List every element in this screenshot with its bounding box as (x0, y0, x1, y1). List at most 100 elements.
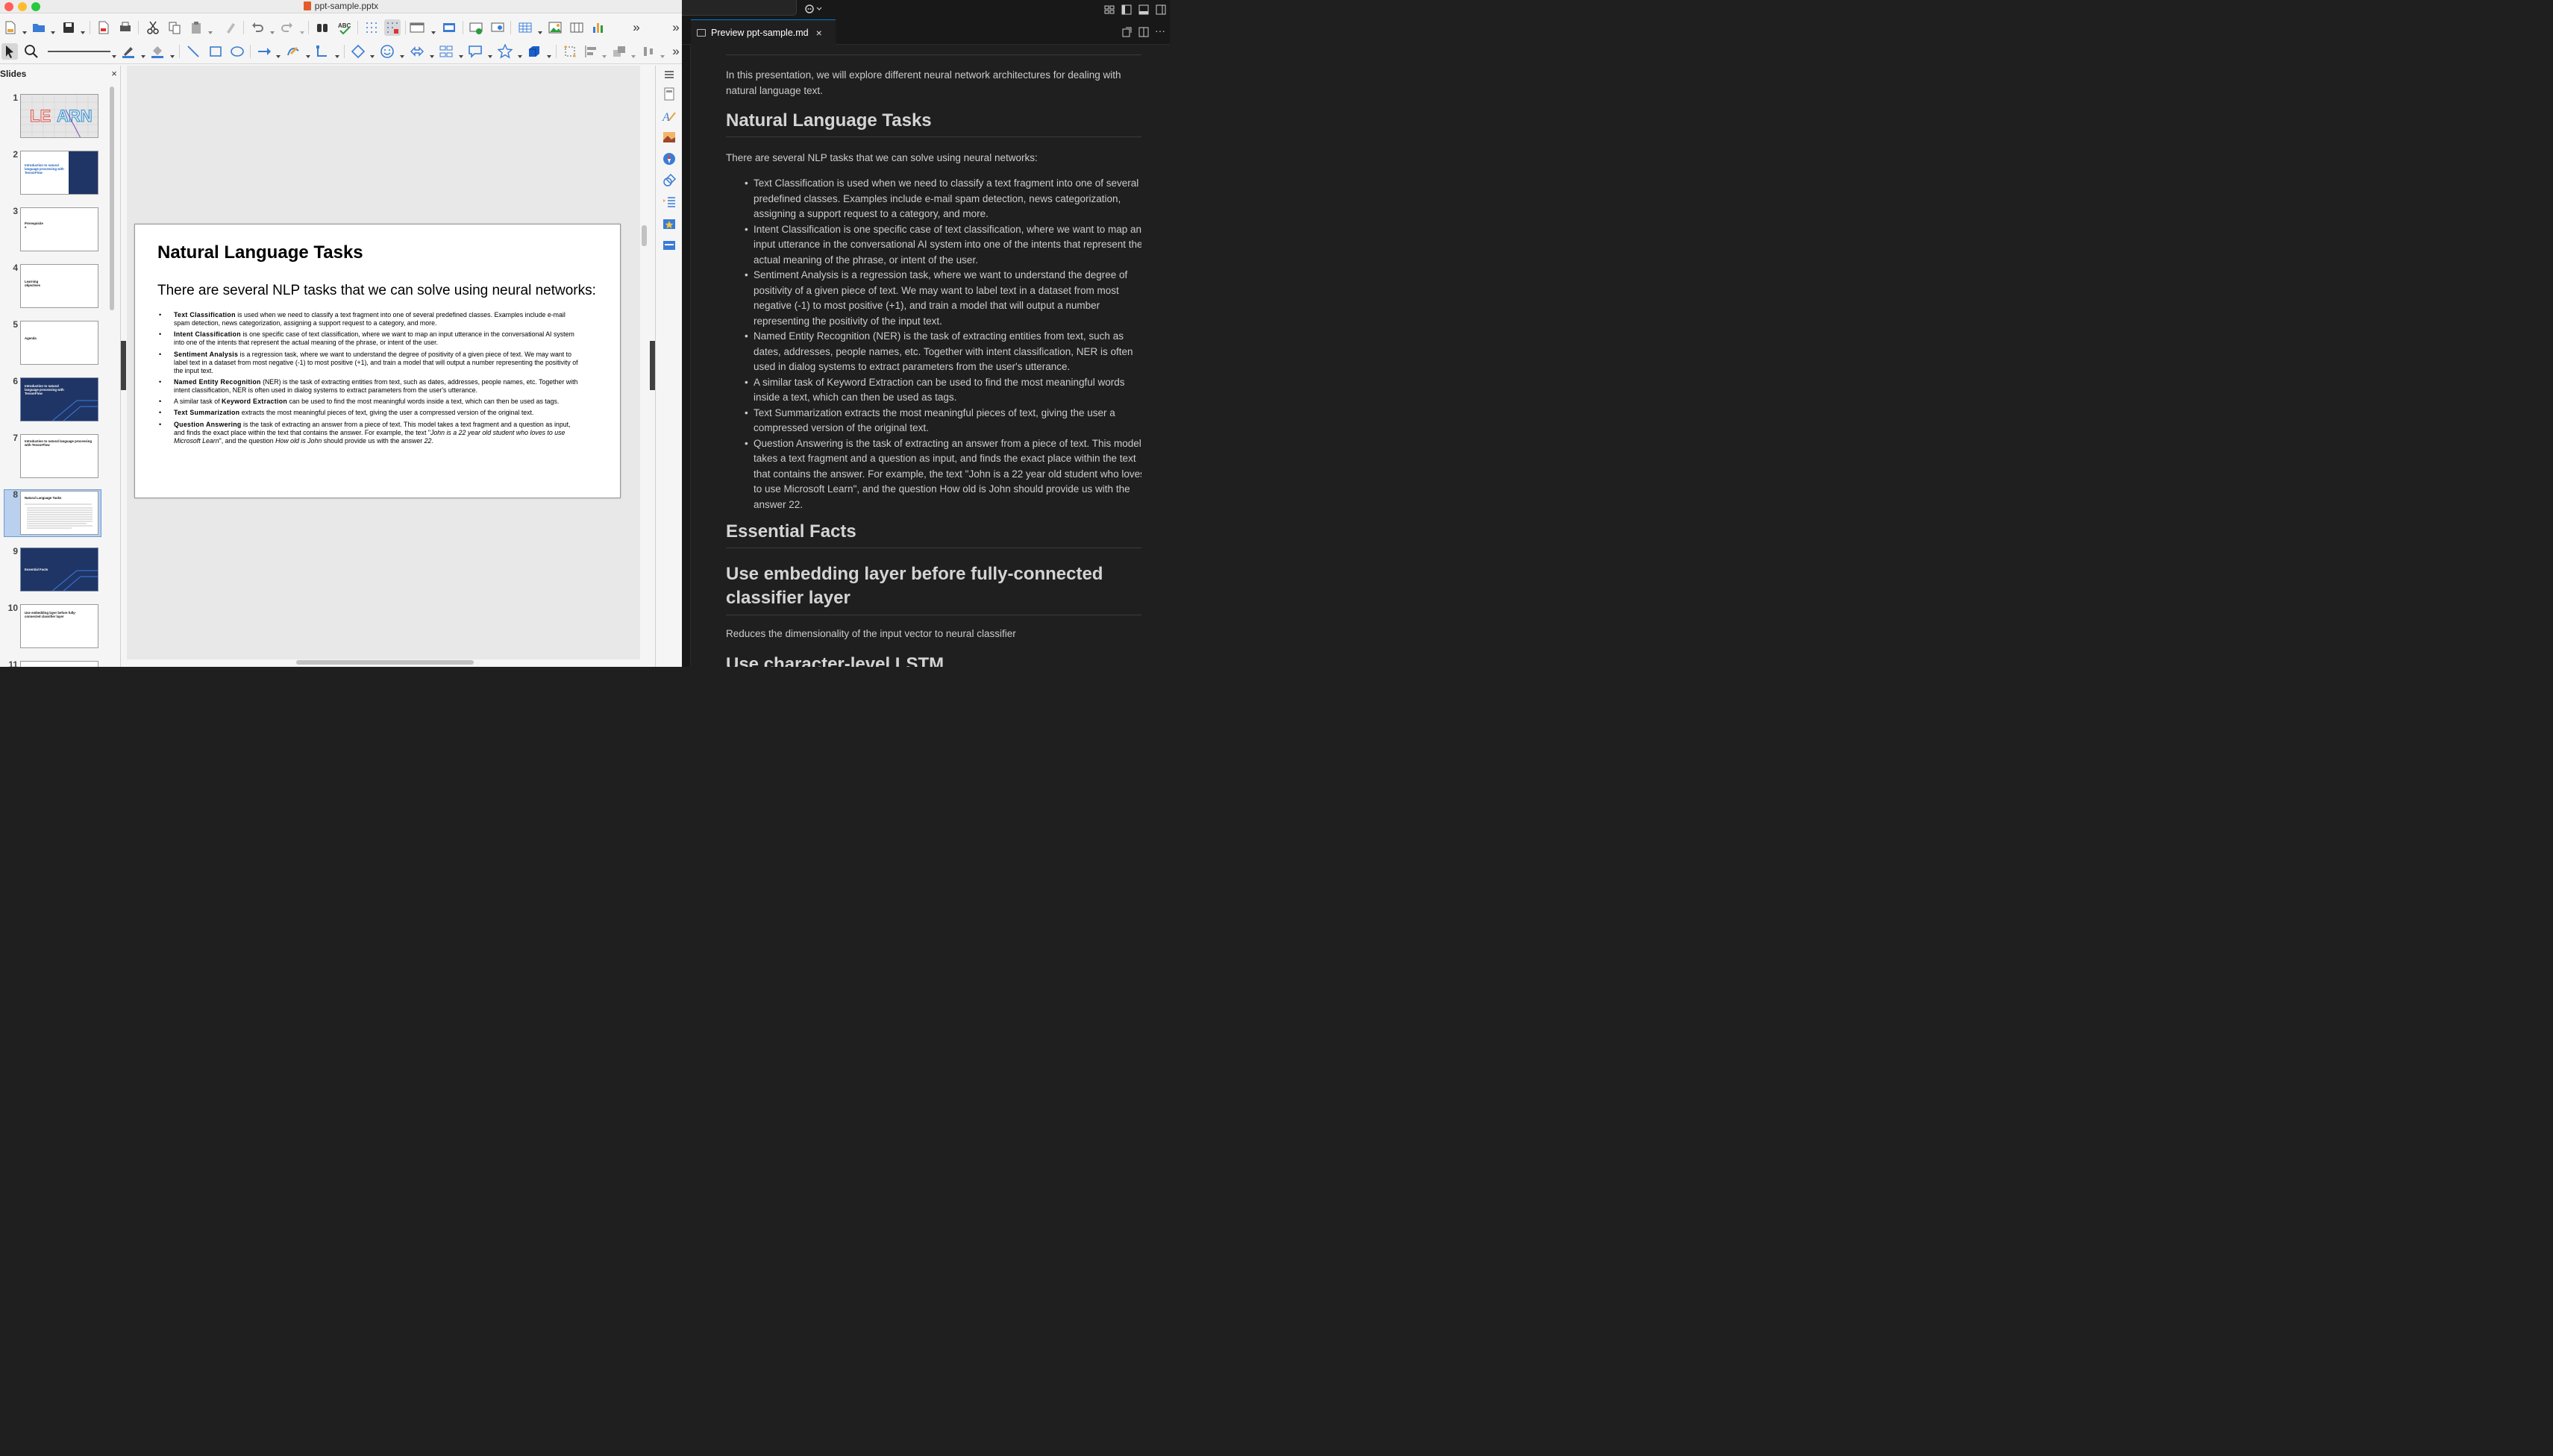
spelling-icon[interactable]: ABC (336, 19, 353, 36)
customize-layout-icon[interactable] (1103, 4, 1115, 16)
slide-thumbnail-5[interactable]: Agenda (20, 321, 98, 365)
insert-chart-icon[interactable] (590, 19, 607, 36)
current-slide[interactable]: Natural Language Tasks There are several… (134, 224, 621, 498)
slide-thumbnail-8[interactable]: Natural Language Tasks (20, 491, 98, 535)
fill-color-dropdown-icon[interactable] (170, 49, 175, 58)
more-toolbar-icon[interactable]: » (628, 19, 645, 36)
distribute-icon[interactable] (640, 43, 657, 60)
slide-thumbnail-11[interactable] (20, 661, 98, 667)
cut-icon[interactable] (145, 19, 161, 36)
curves-polygons-icon[interactable] (285, 43, 301, 60)
open-folder-icon[interactable] (31, 19, 47, 36)
stars-banners-icon[interactable] (497, 43, 513, 60)
select-arrow-icon[interactable] (1, 43, 18, 60)
undo-icon[interactable] (249, 19, 266, 36)
lines-arrows-icon[interactable] (256, 43, 272, 60)
flowchart-dropdown-icon[interactable] (459, 49, 463, 58)
clone-formatting-icon[interactable] (222, 19, 239, 36)
fill-color-icon[interactable] (149, 43, 166, 60)
slide-thumbnail-10[interactable]: Use embedding layer before fully-connect… (20, 604, 98, 648)
export-pdf-icon[interactable] (95, 19, 112, 36)
copy-icon[interactable] (166, 19, 183, 36)
symbol-shapes-icon[interactable] (379, 43, 395, 60)
line-color-dropdown-icon[interactable] (141, 49, 145, 58)
3d-objects-icon[interactable] (526, 43, 542, 60)
split-editor-icon[interactable] (1138, 26, 1150, 38)
lines-dropdown-icon[interactable] (276, 49, 281, 58)
slide-thumbnail-4[interactable]: Learning objectives (20, 264, 98, 308)
redo-icon[interactable] (279, 19, 295, 36)
line-style-icon[interactable] (46, 43, 113, 60)
layout-dropdown-icon[interactable] (431, 25, 436, 34)
new-dropdown-icon[interactable] (22, 25, 27, 34)
snap-to-grid-icon[interactable] (384, 19, 401, 36)
display-views-icon[interactable] (441, 19, 457, 36)
line-style-dropdown-icon[interactable] (112, 49, 116, 58)
insert-ellipse-icon[interactable] (229, 43, 245, 60)
properties-icon[interactable] (662, 87, 677, 101)
toggle-secondary-sidebar-icon[interactable] (1155, 4, 1167, 16)
rotate-icon[interactable] (562, 43, 578, 60)
markdown-preview[interactable]: In this presentation, we will explore di… (726, 45, 1141, 667)
slide-title[interactable]: Natural Language Tasks (157, 242, 363, 263)
callout-shapes-icon[interactable] (467, 43, 483, 60)
basic-shapes-dropdown-icon[interactable] (370, 49, 375, 58)
insert-table-icon[interactable] (517, 19, 533, 36)
slide-thumbnail-9[interactable]: Essential Facts (20, 547, 98, 592)
toggle-panel-icon[interactable] (1138, 4, 1150, 16)
slide-thumbnail-2[interactable]: Introduction to natural language process… (20, 151, 98, 195)
command-center-search[interactable] (682, 0, 797, 16)
arrange-dropdown-icon[interactable] (631, 49, 636, 58)
save-icon[interactable] (60, 19, 77, 36)
drawing-overflow-icon[interactable]: » (668, 43, 682, 60)
copilot-icon[interactable] (805, 3, 824, 15)
save-dropdown-icon[interactable] (81, 25, 85, 34)
display-grid-icon[interactable] (363, 19, 380, 36)
insert-line-icon[interactable] (185, 43, 201, 60)
insert-rectangle-icon[interactable] (207, 43, 224, 60)
arrange-icon[interactable] (611, 43, 627, 60)
preview-tab[interactable]: Preview ppt-sample.md × (691, 19, 836, 45)
slide-thumbnail-3[interactable]: Prerequisite s (20, 207, 98, 251)
slide-subtitle[interactable]: There are several NLP tasks that we can … (157, 283, 596, 299)
align-dropdown-icon[interactable] (602, 49, 607, 58)
start-from-first-slide-icon[interactable] (468, 19, 484, 36)
insert-media-icon[interactable] (568, 19, 585, 36)
open-source-icon[interactable] (1121, 26, 1133, 38)
collapse-sidebar-handle[interactable] (650, 341, 655, 390)
slides-scrollbar[interactable] (110, 87, 114, 310)
open-dropdown-icon[interactable] (51, 25, 55, 34)
new-document-icon[interactable] (2, 19, 19, 36)
navigator-icon[interactable] (662, 151, 677, 166)
collapse-slides-pane-handle[interactable] (121, 341, 126, 390)
slide-thumbnail-6[interactable]: Introduction to natural language process… (20, 377, 98, 421)
master-slides-icon[interactable] (662, 238, 677, 253)
redo-dropdown-icon[interactable] (300, 25, 304, 34)
slide-thumbnail-1[interactable]: LE ARN (20, 94, 98, 138)
close-tab-icon[interactable]: × (816, 27, 822, 39)
basic-shapes-icon[interactable] (350, 43, 366, 60)
line-color-icon[interactable] (120, 43, 137, 60)
paste-icon[interactable] (188, 19, 204, 36)
undo-dropdown-icon[interactable] (270, 25, 275, 34)
close-pane-icon[interactable]: × (110, 69, 119, 78)
connectors-icon[interactable] (314, 43, 331, 60)
insert-image-icon[interactable] (547, 19, 563, 36)
find-replace-icon[interactable] (314, 19, 331, 36)
slide-thumbnail-7[interactable]: Introduction to natural language process… (20, 434, 98, 478)
paste-dropdown-icon[interactable] (208, 25, 213, 34)
symbol-shapes-dropdown-icon[interactable] (400, 49, 404, 58)
gallery-icon[interactable] (662, 130, 677, 145)
stars-dropdown-icon[interactable] (518, 49, 522, 58)
toolbar-overflow-icon[interactable]: » (668, 19, 682, 36)
start-from-current-slide-icon[interactable] (489, 19, 506, 36)
connectors-dropdown-icon[interactable] (335, 49, 339, 58)
distribute-dropdown-icon[interactable] (660, 49, 665, 58)
vertical-scrollbar[interactable] (642, 225, 647, 246)
shapes-icon[interactable] (662, 173, 677, 188)
slide-layout-icon[interactable] (409, 19, 425, 36)
3d-objects-dropdown-icon[interactable] (547, 49, 551, 58)
more-actions-icon[interactable]: ··· (1155, 25, 1167, 38)
callout-dropdown-icon[interactable] (488, 49, 492, 58)
animation-icon[interactable] (662, 216, 677, 231)
